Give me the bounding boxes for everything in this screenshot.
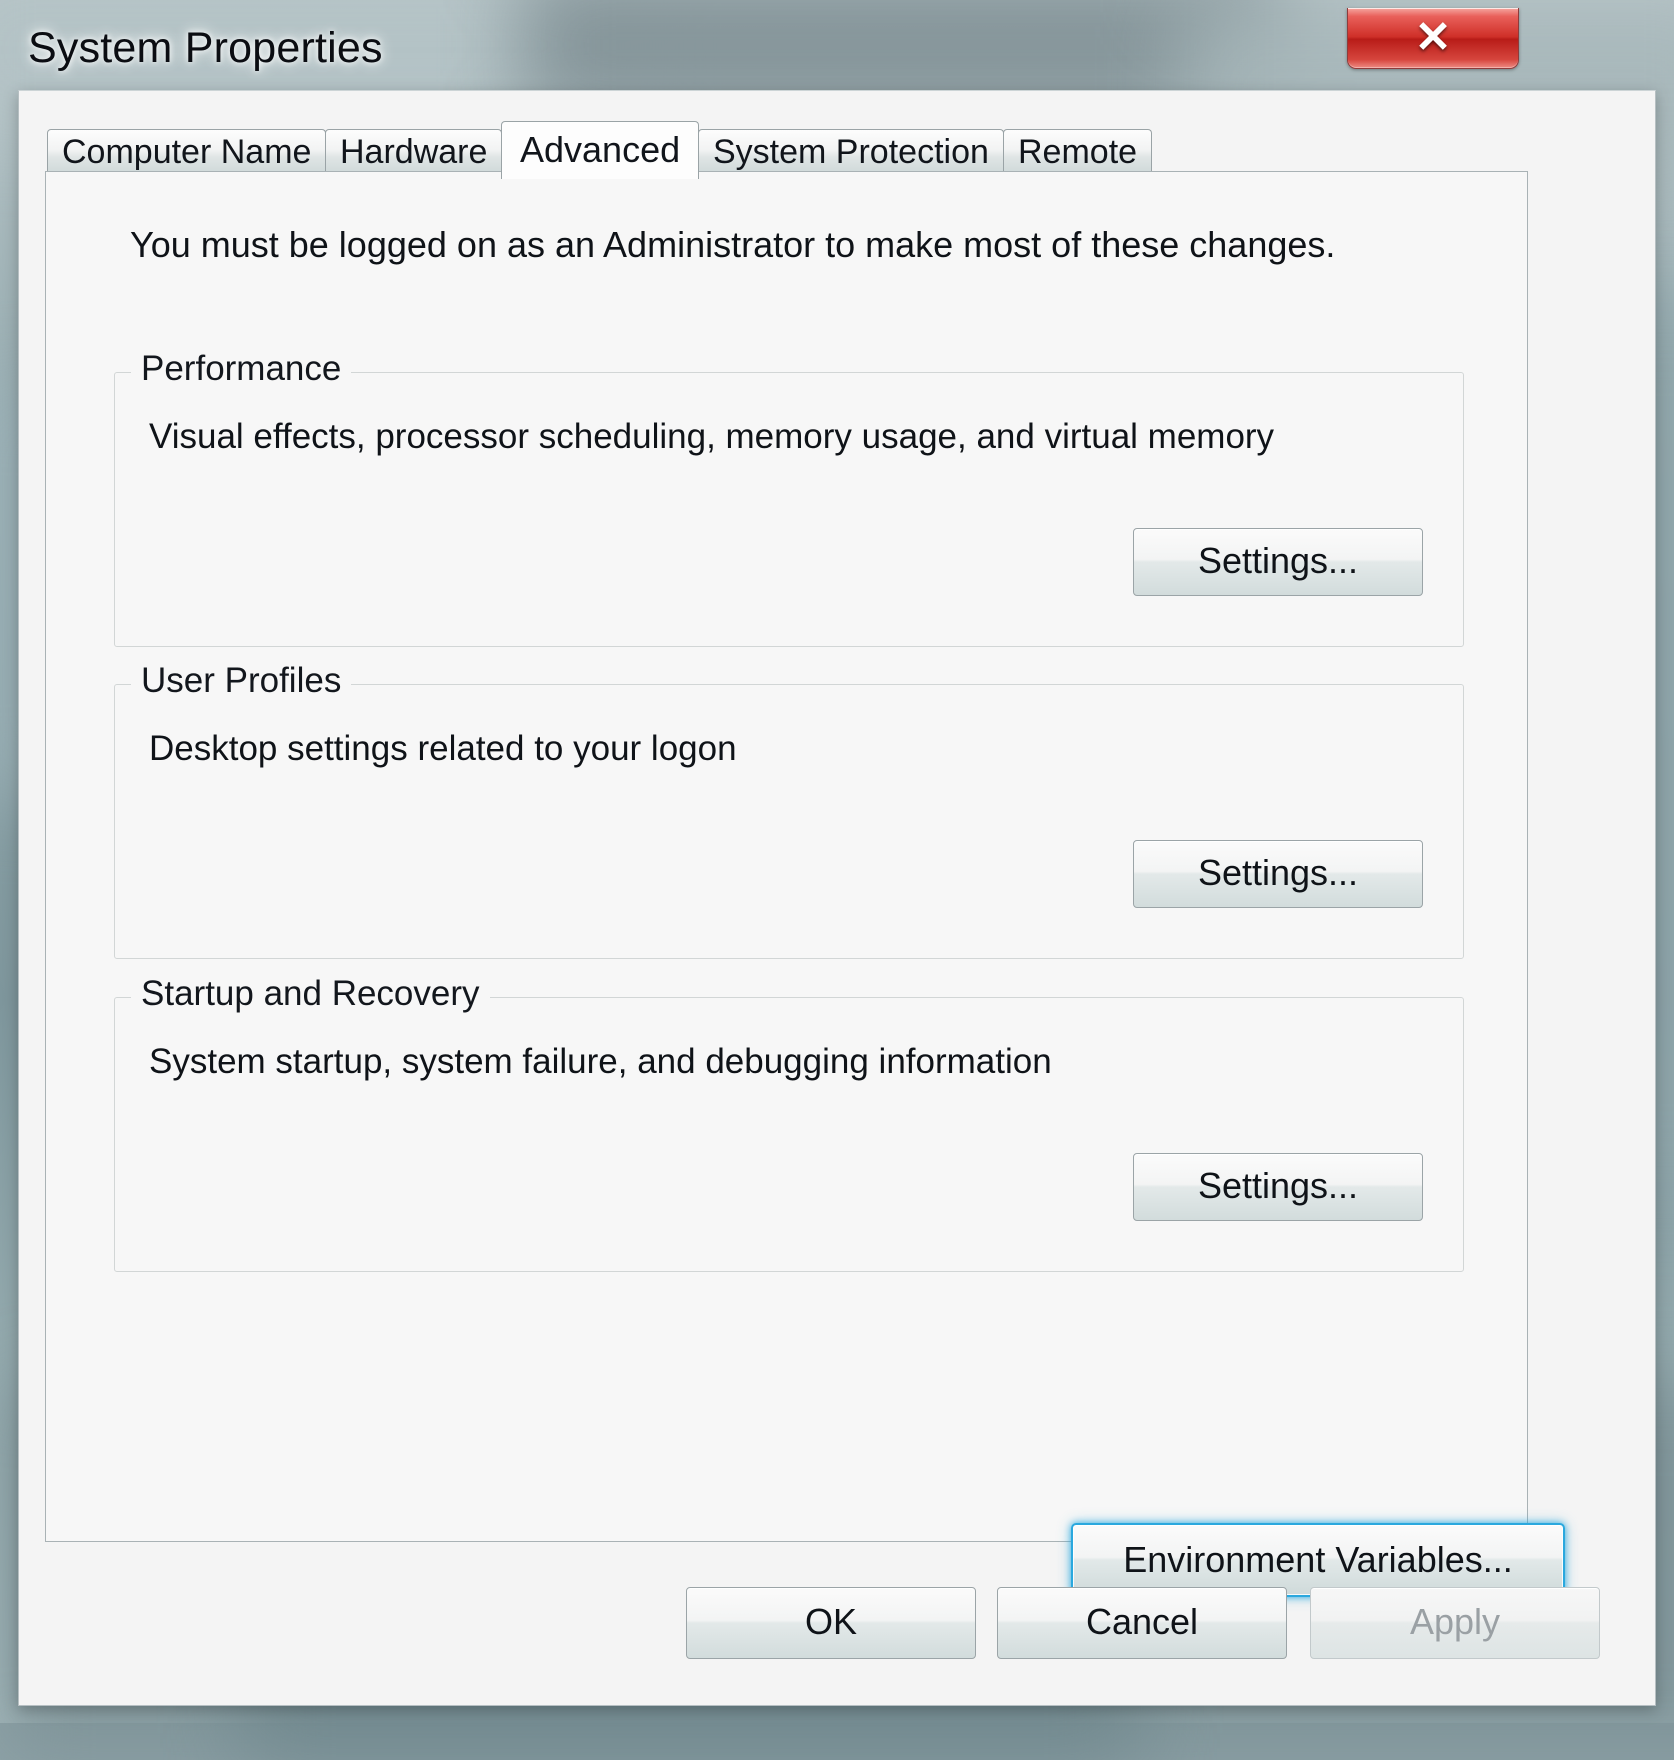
- startup-recovery-settings-button[interactable]: Settings...: [1133, 1153, 1423, 1221]
- cancel-label: Cancel: [998, 1588, 1286, 1656]
- apply-label: Apply: [1311, 1588, 1599, 1656]
- group-user-profiles-legend: User Profiles: [131, 661, 351, 701]
- performance-settings-label: Settings...: [1134, 529, 1422, 593]
- environment-variables-label: Environment Variables...: [1073, 1525, 1563, 1595]
- tab-computer-name[interactable]: Computer Name: [47, 129, 326, 177]
- performance-settings-button[interactable]: Settings...: [1133, 528, 1423, 596]
- tab-page-advanced: You must be logged on as an Administrato…: [45, 171, 1528, 1542]
- tab-hardware[interactable]: Hardware: [325, 129, 502, 177]
- dialog-client-area: Computer Name Hardware Advanced System P…: [18, 90, 1656, 1706]
- ok-button[interactable]: OK: [686, 1587, 976, 1659]
- group-performance: Performance Visual effects, processor sc…: [114, 372, 1464, 647]
- tab-system-protection[interactable]: System Protection: [698, 129, 1004, 177]
- system-properties-dialog: System Properties ✕ Computer Name Hardwa…: [18, 8, 1656, 1706]
- apply-button: Apply: [1310, 1587, 1600, 1659]
- environment-variables-button[interactable]: Environment Variables...: [1071, 1523, 1565, 1597]
- tab-strip: Computer Name Hardware Advanced System P…: [47, 121, 1367, 177]
- group-performance-description: Visual effects, processor scheduling, me…: [149, 417, 1274, 457]
- close-icon[interactable]: ✕: [1347, 8, 1519, 69]
- group-startup-and-recovery: Startup and Recovery System startup, sys…: [114, 997, 1464, 1272]
- window-title: System Properties: [28, 24, 383, 73]
- close-glyph: ✕: [1348, 10, 1518, 66]
- group-performance-legend: Performance: [131, 349, 351, 389]
- startup-recovery-settings-label: Settings...: [1134, 1154, 1422, 1218]
- title-bar[interactable]: System Properties ✕: [18, 8, 1656, 96]
- administrator-note: You must be logged on as an Administrato…: [130, 224, 1335, 266]
- cancel-button[interactable]: Cancel: [997, 1587, 1287, 1659]
- group-user-profiles: User Profiles Desktop settings related t…: [114, 684, 1464, 959]
- group-startup-description: System startup, system failure, and debu…: [149, 1042, 1052, 1082]
- tab-remote[interactable]: Remote: [1003, 129, 1152, 177]
- ok-label: OK: [687, 1588, 975, 1656]
- group-user-profiles-description: Desktop settings related to your logon: [149, 729, 737, 769]
- user-profiles-settings-button[interactable]: Settings...: [1133, 840, 1423, 908]
- group-startup-legend: Startup and Recovery: [131, 974, 490, 1014]
- user-profiles-settings-label: Settings...: [1134, 841, 1422, 905]
- tab-advanced[interactable]: Advanced: [501, 121, 699, 179]
